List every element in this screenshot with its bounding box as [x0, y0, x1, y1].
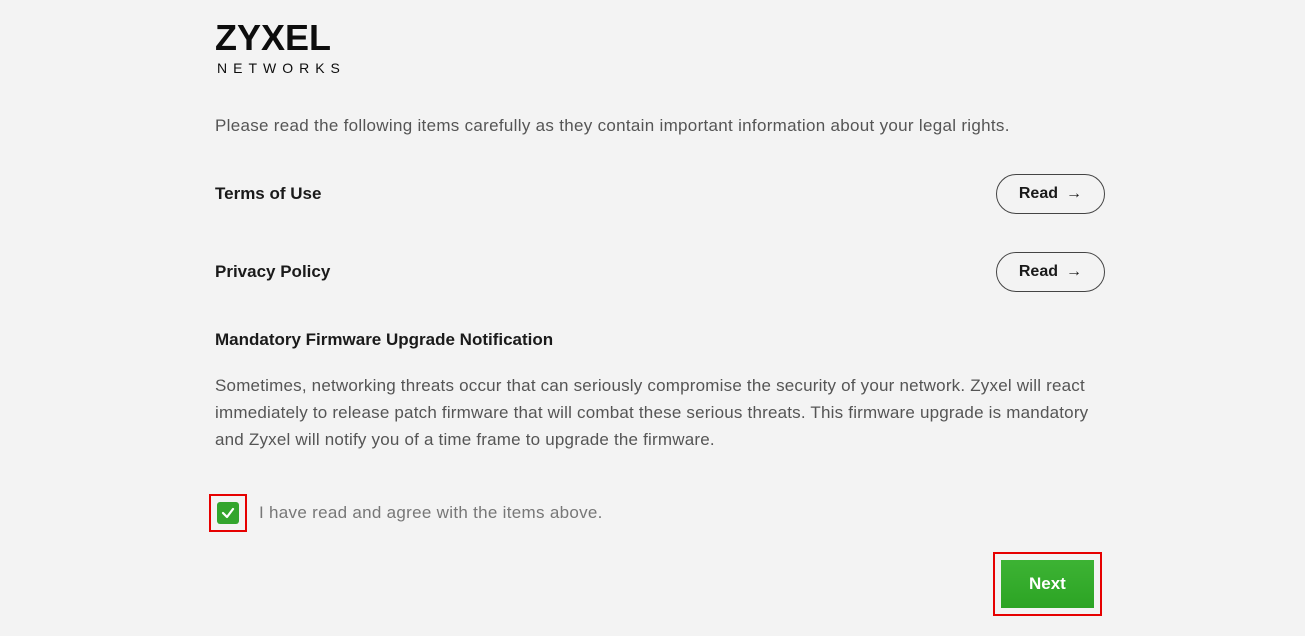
- next-button-highlight: Next: [993, 552, 1102, 616]
- brand-logo: ZYXEL NETWORKS: [215, 20, 1105, 76]
- arrow-right-icon: →: [1066, 264, 1082, 280]
- read-privacy-button[interactable]: Read →: [996, 252, 1105, 292]
- arrow-right-icon: →: [1066, 186, 1082, 202]
- next-button[interactable]: Next: [1001, 560, 1094, 608]
- logo-wordmark: ZYXEL: [215, 20, 1105, 56]
- terms-row: Terms of Use Read →: [215, 174, 1105, 214]
- intro-text: Please read the following items carefull…: [215, 116, 1105, 136]
- privacy-row: Privacy Policy Read →: [215, 252, 1105, 292]
- privacy-title: Privacy Policy: [215, 262, 330, 282]
- terms-title: Terms of Use: [215, 184, 321, 204]
- legal-page: ZYXEL NETWORKS Please read the following…: [215, 20, 1105, 532]
- agree-checkbox-highlight: [209, 494, 247, 532]
- read-terms-button[interactable]: Read →: [996, 174, 1105, 214]
- read-privacy-label: Read: [1019, 263, 1058, 281]
- agree-checkbox[interactable]: [217, 502, 239, 524]
- check-icon: [221, 506, 235, 520]
- firmware-body: Sometimes, networking threats occur that…: [215, 372, 1105, 454]
- read-terms-label: Read: [1019, 185, 1058, 203]
- agree-row: I have read and agree with the items abo…: [215, 494, 1105, 532]
- logo-subtext: NETWORKS: [217, 60, 1105, 76]
- agree-label: I have read and agree with the items abo…: [259, 503, 603, 523]
- firmware-heading: Mandatory Firmware Upgrade Notification: [215, 330, 1105, 350]
